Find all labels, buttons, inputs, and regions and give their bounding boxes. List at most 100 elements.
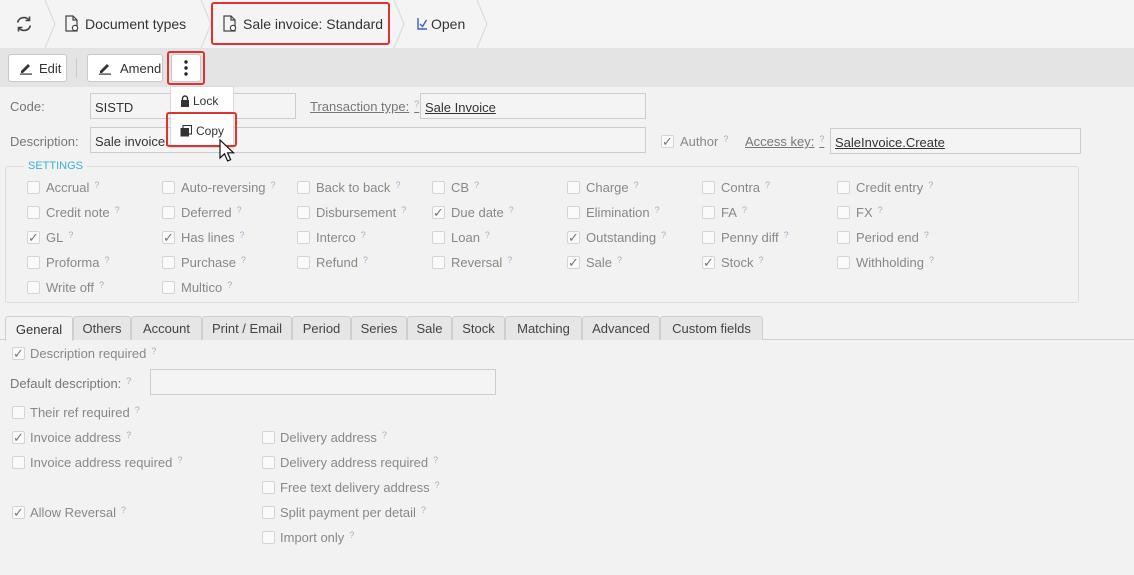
tab-matching[interactable]: Matching bbox=[505, 316, 582, 340]
default-description-field[interactable] bbox=[150, 369, 496, 395]
setting-checkbox[interactable] bbox=[567, 181, 580, 194]
setting-checkbox[interactable] bbox=[432, 231, 445, 244]
help-icon[interactable]: ? bbox=[94, 180, 99, 190]
setting-checkbox[interactable] bbox=[432, 256, 445, 269]
setting-checkbox[interactable] bbox=[702, 181, 715, 194]
setting-checkbox[interactable] bbox=[837, 256, 850, 269]
help-icon[interactable]: ? bbox=[759, 255, 764, 265]
tab-custom-fields[interactable]: Custom fields bbox=[660, 316, 763, 340]
setting-checkbox[interactable] bbox=[702, 231, 715, 244]
help-icon[interactable]: ? bbox=[878, 205, 883, 215]
amend-button[interactable]: Amend bbox=[87, 54, 163, 82]
help-icon[interactable]: ? bbox=[271, 180, 276, 190]
setting-checkbox[interactable] bbox=[162, 181, 175, 194]
help-icon[interactable]: ? bbox=[924, 230, 929, 240]
lock-menu-item[interactable]: Lock bbox=[180, 94, 218, 108]
tab-others[interactable]: Others bbox=[73, 316, 131, 340]
help-icon[interactable]: ? bbox=[474, 180, 479, 190]
help-icon[interactable]: ? bbox=[655, 205, 660, 215]
import-only-checkbox[interactable] bbox=[262, 531, 275, 544]
help-icon[interactable]: ? bbox=[115, 205, 120, 215]
help-icon[interactable]: ? bbox=[819, 134, 824, 144]
transaction-type-value[interactable]: Sale Invoice bbox=[425, 100, 496, 115]
tab-period[interactable]: Period bbox=[292, 316, 351, 340]
help-icon[interactable]: ? bbox=[239, 230, 244, 240]
setting-checkbox[interactable] bbox=[297, 206, 310, 219]
help-icon[interactable]: ? bbox=[99, 280, 104, 290]
help-icon[interactable]: ? bbox=[241, 255, 246, 265]
setting-checkbox[interactable] bbox=[162, 206, 175, 219]
tab-print-email[interactable]: Print / Email bbox=[202, 316, 292, 340]
tab-advanced[interactable]: Advanced bbox=[582, 316, 660, 340]
help-icon[interactable]: ? bbox=[349, 530, 354, 540]
setting-checkbox[interactable] bbox=[837, 231, 850, 244]
breadcrumb-status[interactable]: Open bbox=[416, 0, 465, 48]
help-icon[interactable]: ? bbox=[414, 99, 419, 109]
help-icon[interactable]: ? bbox=[126, 430, 131, 440]
help-icon[interactable]: ? bbox=[401, 205, 406, 215]
setting-checkbox[interactable] bbox=[432, 181, 445, 194]
help-icon[interactable]: ? bbox=[634, 180, 639, 190]
help-icon[interactable]: ? bbox=[485, 230, 490, 240]
access-key-field[interactable]: SaleInvoice.Create bbox=[830, 128, 1081, 154]
setting-checkbox[interactable] bbox=[27, 206, 40, 219]
setting-checkbox[interactable] bbox=[837, 181, 850, 194]
tab-series[interactable]: Series bbox=[351, 316, 407, 340]
setting-checkbox[interactable] bbox=[837, 206, 850, 219]
help-icon[interactable]: ? bbox=[361, 230, 366, 240]
breadcrumb-document-types[interactable]: Document types bbox=[64, 0, 186, 48]
access-key-value[interactable]: SaleInvoice.Create bbox=[835, 135, 945, 150]
help-icon[interactable]: ? bbox=[617, 255, 622, 265]
help-icon[interactable]: ? bbox=[135, 405, 140, 415]
free-text-delivery-address-checkbox[interactable] bbox=[262, 481, 275, 494]
delivery-address-checkbox[interactable] bbox=[262, 431, 275, 444]
setting-checkbox[interactable] bbox=[702, 206, 715, 219]
help-icon[interactable]: ? bbox=[363, 255, 368, 265]
help-icon[interactable]: ? bbox=[433, 455, 438, 465]
setting-checkbox[interactable] bbox=[297, 256, 310, 269]
help-icon[interactable]: ? bbox=[395, 180, 400, 190]
help-icon[interactable]: ? bbox=[177, 455, 182, 465]
help-icon[interactable]: ? bbox=[661, 230, 666, 240]
tab-stock[interactable]: Stock bbox=[452, 316, 505, 340]
help-icon[interactable]: ? bbox=[765, 180, 770, 190]
help-icon[interactable]: ? bbox=[121, 505, 126, 515]
setting-checkbox[interactable] bbox=[27, 281, 40, 294]
tab-account[interactable]: Account bbox=[131, 316, 202, 340]
invoice-address-required-checkbox[interactable] bbox=[12, 456, 25, 469]
help-icon[interactable]: ? bbox=[126, 376, 131, 386]
setting-checkbox[interactable] bbox=[27, 256, 40, 269]
transaction-type-label[interactable]: Transaction type:? bbox=[310, 99, 419, 114]
help-icon[interactable]: ? bbox=[929, 255, 934, 265]
refresh-button[interactable] bbox=[14, 0, 34, 48]
access-key-label[interactable]: Access key:? bbox=[745, 134, 824, 149]
setting-label-text: Has lines bbox=[181, 230, 235, 245]
transaction-type-field[interactable]: Sale Invoice bbox=[420, 93, 646, 119]
setting-checkbox[interactable] bbox=[297, 231, 310, 244]
delivery-address-required-checkbox[interactable] bbox=[262, 456, 275, 469]
setting-checkbox[interactable] bbox=[27, 181, 40, 194]
help-icon[interactable]: ? bbox=[507, 255, 512, 265]
help-icon[interactable]: ? bbox=[227, 280, 232, 290]
help-icon[interactable]: ? bbox=[237, 205, 242, 215]
edit-button[interactable]: Edit bbox=[8, 54, 67, 82]
help-icon[interactable]: ? bbox=[435, 480, 440, 490]
help-icon[interactable]: ? bbox=[928, 180, 933, 190]
setting-checkbox[interactable] bbox=[162, 256, 175, 269]
tab-general[interactable]: General bbox=[5, 316, 73, 341]
help-icon[interactable]: ? bbox=[509, 205, 514, 215]
setting-checkbox[interactable] bbox=[162, 281, 175, 294]
help-icon[interactable]: ? bbox=[151, 346, 156, 356]
help-icon[interactable]: ? bbox=[421, 505, 426, 515]
setting-checkbox[interactable] bbox=[297, 181, 310, 194]
help-icon[interactable]: ? bbox=[723, 134, 728, 144]
help-icon[interactable]: ? bbox=[742, 205, 747, 215]
their-ref-required-checkbox[interactable] bbox=[12, 406, 25, 419]
help-icon[interactable]: ? bbox=[104, 255, 109, 265]
help-icon[interactable]: ? bbox=[68, 230, 73, 240]
split-payment-per-detail-checkbox[interactable] bbox=[262, 506, 275, 519]
help-icon[interactable]: ? bbox=[784, 230, 789, 240]
setting-checkbox[interactable] bbox=[567, 206, 580, 219]
help-icon[interactable]: ? bbox=[382, 430, 387, 440]
tab-sale[interactable]: Sale bbox=[407, 316, 452, 340]
